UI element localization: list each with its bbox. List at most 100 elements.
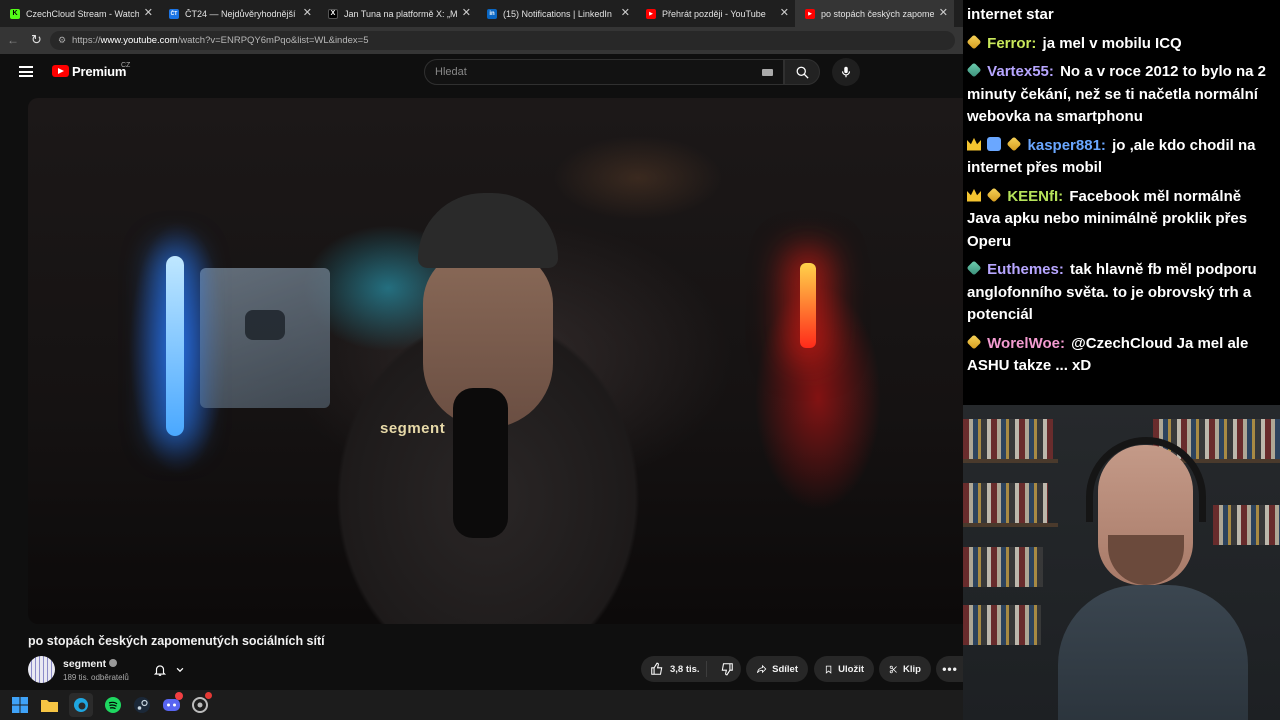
- channel-avatar[interactable]: [28, 656, 55, 683]
- subscriber-count: 189 tis. odběratelů: [63, 673, 129, 682]
- youtube-logo-icon[interactable]: [52, 65, 69, 77]
- site-info-icon[interactable]: ⚙: [58, 35, 66, 46]
- x-favicon-icon: X: [328, 8, 338, 19]
- share-label: Sdílet: [772, 663, 798, 675]
- share-arrow-icon: [756, 664, 767, 674]
- podcast-microphone: [453, 388, 508, 538]
- edge-browser-icon[interactable]: [69, 693, 93, 717]
- channel-name[interactable]: segment: [63, 658, 118, 670]
- bookmark-icon: [825, 665, 832, 674]
- search-button[interactable]: [784, 59, 820, 85]
- stream-chat-overlay: internet star Ferror: ja mel v mobilu IC…: [963, 0, 1280, 405]
- scissors-icon: [889, 665, 897, 673]
- reload-icon[interactable]: ↻: [31, 32, 42, 48]
- thumbs-down-icon: [721, 663, 733, 676]
- bookshelf-row: [963, 547, 1043, 587]
- search-input[interactable]: Hledat: [424, 59, 784, 85]
- crown-badge-icon: [967, 188, 981, 202]
- close-tab-icon[interactable]: ✕: [780, 7, 789, 19]
- windows-start-icon[interactable]: [11, 696, 29, 714]
- tab-title: ČT24 — Nejdůvěryhodnější zpravo: [185, 8, 298, 19]
- close-tab-icon[interactable]: ✕: [462, 7, 471, 19]
- notification-bell-button[interactable]: [153, 660, 193, 680]
- bookshelf-row: [963, 419, 1053, 459]
- subscriber-badge-icon: [1006, 136, 1022, 151]
- discord-icon[interactable]: [162, 692, 183, 714]
- headphones-icon: [1086, 437, 1206, 522]
- close-tab-icon[interactable]: ✕: [144, 7, 153, 19]
- tab-title: Jan Tuna na platformě X: „MIMOŘ: [344, 8, 457, 19]
- youtube-favicon-icon: ▶: [646, 8, 656, 19]
- clip-label: Klip: [903, 663, 921, 675]
- browser-tab-ct24[interactable]: ČT ČT24 — Nejdůvěryhodnější zpravo ✕: [159, 0, 318, 27]
- more-horizontal-icon: •••: [942, 662, 958, 676]
- video-title: po stopách českých zapomenutých sociální…: [28, 634, 325, 648]
- browser-tab-watch-later[interactable]: ▶ Přehrát později - YouTube ✕: [636, 0, 795, 27]
- tab-title: (15) Notifications | LinkedIn: [503, 8, 612, 19]
- subscriber-badge-icon: [966, 62, 982, 78]
- subscriber-badge-icon: [966, 34, 982, 49]
- keyboard-icon[interactable]: [762, 69, 773, 76]
- chrome-icon[interactable]: [191, 692, 212, 714]
- tab-title: CzechCloud Stream - Watch Live o: [26, 8, 139, 19]
- red-light-lamp: [800, 263, 816, 348]
- chat-username: Ferror:: [987, 34, 1037, 52]
- close-tab-icon[interactable]: ✕: [939, 7, 948, 19]
- microphone-icon: [841, 66, 851, 78]
- browser-tab-x[interactable]: X Jan Tuna na platformě X: „MIMOŘ ✕: [318, 0, 477, 27]
- file-explorer-icon[interactable]: [40, 696, 58, 714]
- browser-tab-current-video[interactable]: ▶ po stopách českých zapomenutých ✕: [795, 0, 954, 27]
- save-button[interactable]: Uložit: [814, 656, 874, 682]
- search-icon: [796, 66, 809, 79]
- kick-favicon-icon: K: [10, 8, 20, 19]
- url-prefix: https://: [72, 35, 101, 46]
- bell-icon: [153, 665, 167, 676]
- gift-badge-icon: [987, 136, 1002, 151]
- chat-username: WorelWoe:: [987, 334, 1065, 352]
- browser-address-bar: ← ↻ ⚙ https://www.youtube.com/watch?v=ENR…: [0, 27, 963, 54]
- shelf-board: [963, 459, 1058, 463]
- voice-search-button[interactable]: [832, 58, 860, 86]
- chat-username: kasper881:: [1027, 136, 1106, 154]
- browser-tab-czechcloud[interactable]: K CzechCloud Stream - Watch Live o ✕: [0, 0, 159, 27]
- chat-message-text: internet star: [967, 6, 1054, 23]
- share-button[interactable]: Sdílet: [746, 656, 808, 682]
- presenter-cap: [418, 193, 558, 268]
- ct24-favicon-icon: ČT: [169, 8, 179, 19]
- like-button[interactable]: 3,8 tis.: [641, 661, 707, 677]
- linkedin-favicon-icon: in: [487, 8, 497, 19]
- tab-title: Přehrát později - YouTube: [662, 8, 766, 19]
- youtube-premium-logo-text[interactable]: Premium: [72, 64, 126, 79]
- more-actions-button[interactable]: •••: [936, 656, 964, 682]
- chat-message: internet star: [967, 4, 1274, 27]
- youtube-favicon-icon: ▶: [805, 8, 815, 19]
- close-tab-icon[interactable]: ✕: [621, 7, 630, 19]
- dislike-button[interactable]: [712, 662, 734, 676]
- chat-username: Euthemes:: [987, 261, 1064, 278]
- tab-title: po stopách českých zapomenutých: [821, 8, 934, 19]
- chat-username: KEENfI:: [1007, 187, 1064, 205]
- bookshelf-row: [963, 483, 1048, 523]
- streamer: [1058, 437, 1248, 720]
- windows-taskbar: [0, 690, 963, 720]
- chat-message: Ferror: ja mel v mobilu ICQ: [966, 33, 1274, 56]
- notification-badge: [175, 692, 183, 700]
- close-tab-icon[interactable]: ✕: [303, 7, 312, 19]
- url-path: /watch?v=ENRPQY6mPqo&list=WL&index=5: [177, 35, 369, 46]
- spotify-icon[interactable]: [104, 696, 122, 714]
- video-player[interactable]: segment: [28, 98, 963, 624]
- subscriber-badge-icon: [966, 334, 982, 349]
- browser-tab-linkedin[interactable]: in (15) Notifications | LinkedIn ✕: [477, 0, 636, 27]
- hamburger-menu-icon[interactable]: [19, 66, 33, 77]
- channel-name-text: segment: [63, 658, 107, 670]
- clip-button[interactable]: Klip: [879, 656, 931, 682]
- back-arrow-icon[interactable]: ←: [7, 33, 19, 47]
- streamer-body: [1058, 585, 1248, 720]
- steam-icon[interactable]: [133, 696, 151, 714]
- chat-message: kasper881: jo ,ale kdo chodil na interne…: [967, 135, 1274, 180]
- url-field[interactable]: ⚙ https://www.youtube.com/watch?v=ENRPQY6…: [50, 31, 955, 50]
- url-domain: www.youtube.com: [100, 35, 178, 46]
- chevron-down-icon: [176, 667, 184, 673]
- bookshelf-row: [963, 605, 1041, 645]
- chat-username: Vartex55:: [987, 63, 1054, 80]
